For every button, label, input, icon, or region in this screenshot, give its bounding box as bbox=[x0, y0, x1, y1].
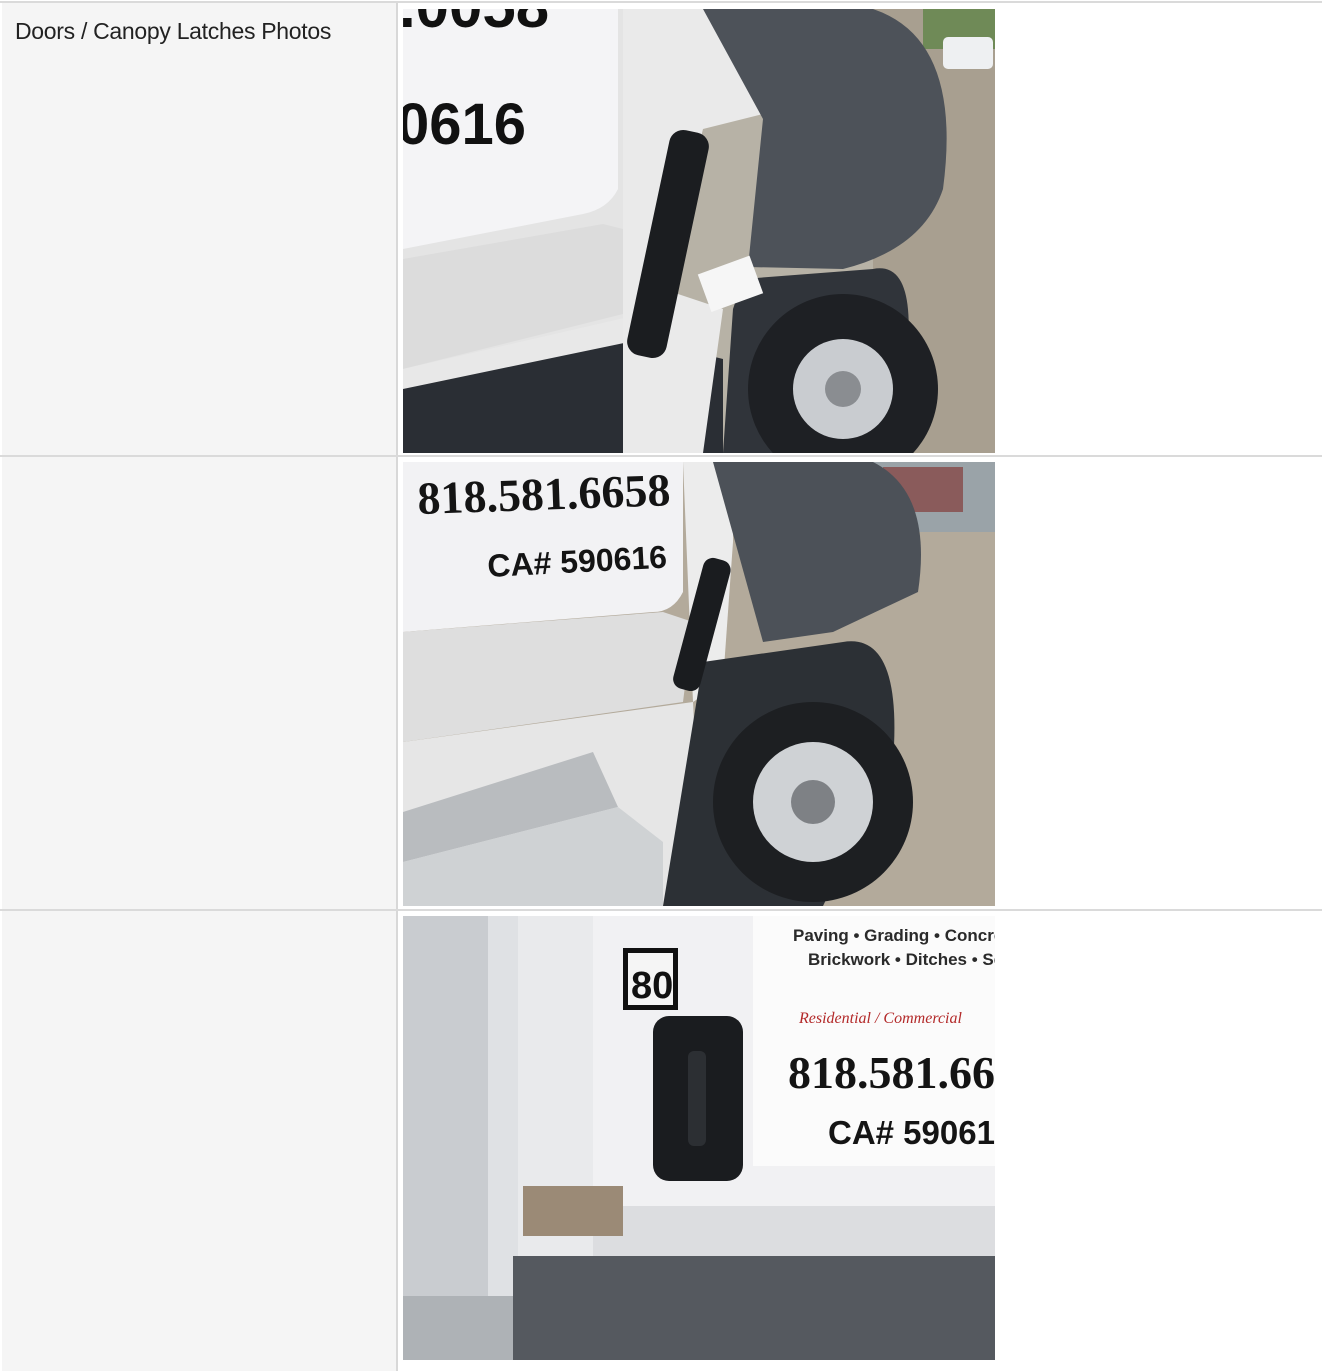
axle-plate-number: 80 bbox=[631, 965, 673, 1007]
tagline: Residential / Commercial bbox=[798, 1010, 962, 1027]
decal-ca-partial: 0616 bbox=[403, 92, 526, 157]
decal-phone-partial: 818.581.66 bbox=[788, 1047, 995, 1098]
service-line-1: Paving • Grading • Concret bbox=[793, 926, 995, 945]
service-line-2: Brickwork • Ditches • Sea bbox=[808, 950, 995, 969]
door-latch-photo-3: 80 Paving • Grading • Concret Brickwork … bbox=[403, 916, 995, 1360]
door-latch-photo-1: .0058 0616 bbox=[403, 9, 995, 453]
label-cell bbox=[2, 911, 398, 1371]
section-label: Doors / Canopy Latches Photos bbox=[15, 18, 332, 44]
photo-report-table: Doors / Canopy Latches Photos 0616 818.5… bbox=[0, 0, 1322, 1371]
decal-phone: 818.581.6658 bbox=[417, 464, 672, 524]
decal-phone-partial: .0058 bbox=[403, 9, 549, 40]
label-cell bbox=[2, 457, 398, 909]
door-latch-photo-2: 818.581.6658 CA# 590616 bbox=[403, 462, 995, 906]
label-cell: Doors / Canopy Latches Photos bbox=[2, 3, 398, 455]
decal-ca: CA# 590616 bbox=[828, 1114, 995, 1151]
